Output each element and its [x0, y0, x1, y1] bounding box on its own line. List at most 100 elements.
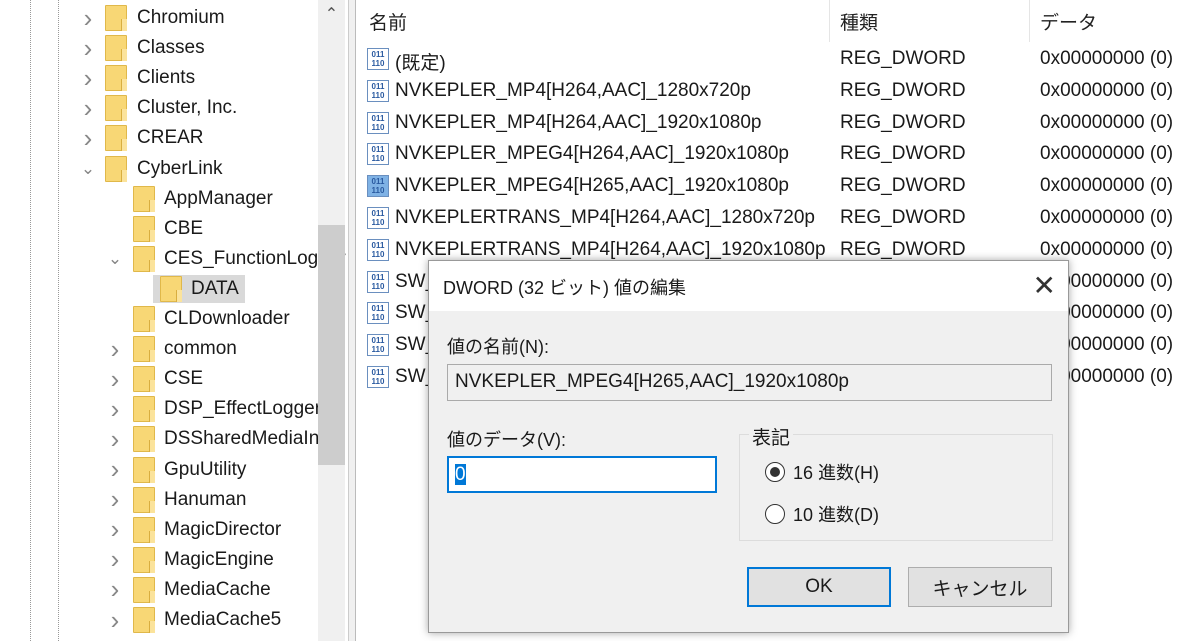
close-icon[interactable]: ✕: [1033, 269, 1056, 302]
reg-dword-icon: 011 110: [367, 270, 389, 293]
tree-item-label: Hanuman: [164, 488, 247, 510]
folder-icon: [105, 125, 127, 152]
tree-item-label: MediaCache5: [164, 609, 282, 630]
value-type: REG_DWORD: [840, 48, 966, 69]
value-name: NVKEPLER_MPEG4[H265,AAC]_1920x1080p: [395, 175, 789, 197]
tree-item[interactable]: › GpuUtility: [0, 454, 348, 485]
chevron-right-icon[interactable]: ›: [105, 605, 125, 636]
folder-icon: [133, 306, 155, 332]
tree-item-label: Chromium: [137, 7, 225, 28]
value-name: NVKEPLERTRANS_MP4[H264,AAC]_1920x1080p: [395, 238, 826, 260]
chevron-right-icon[interactable]: ›: [78, 63, 98, 94]
reg-dword-icon: 011 110: [367, 111, 389, 134]
value-data-input[interactable]: 0: [447, 456, 717, 493]
value-name-field[interactable]: NVKEPLER_MPEG4[H265,AAC]_1920x1080p: [447, 364, 1052, 401]
tree-item-label: GpuUtility: [164, 458, 247, 480]
chevron-right-icon[interactable]: ›: [105, 424, 125, 455]
tree-item-label: CREAR: [137, 127, 204, 149]
reg-dword-icon: 011 110: [367, 143, 389, 166]
tree-item[interactable]: › Clients: [0, 63, 348, 93]
edit-dword-dialog: DWORD (32 ビット) 値の編集 ✕ 値の名前(N): NVKEPLER_…: [428, 260, 1069, 633]
tree-item[interactable]: › common: [0, 334, 348, 364]
column-header-name[interactable]: 名前: [369, 0, 407, 42]
chevron-right-icon[interactable]: ›: [105, 334, 125, 365]
chevron-right-icon[interactable]: ›: [78, 3, 98, 34]
list-row[interactable]: 011 110 NVKEPLERTRANS_MP4[H264,AAC]_1280x7…: [357, 203, 1200, 234]
tree-item[interactable]: › Hanuman: [0, 484, 348, 515]
value-name: NVKEPLER_MP4[H264,AAC]_1280x720p: [395, 79, 751, 101]
list-row[interactable]: 011 110 NVKEPLER_MPEG4[H265,AAC]_1920x1080…: [357, 171, 1200, 202]
column-divider[interactable]: [1029, 0, 1030, 42]
chevron-right-icon[interactable]: ›: [105, 454, 125, 485]
chevron-right-icon[interactable]: ›: [78, 93, 98, 124]
tree-item[interactable]: › Cluster, Inc.: [0, 93, 348, 123]
base-group-label: 表記: [749, 423, 794, 450]
column-header-type[interactable]: 種類: [840, 0, 878, 42]
tree-item[interactable]: › DSSharedMediaInfo: [0, 424, 348, 454]
tree-item[interactable]: › MediaCache: [0, 574, 348, 605]
reg-dword-icon: 011 110: [367, 366, 389, 388]
value-name: NVKEPLER_MPEG4[H264,AAC]_1920x1080p: [395, 143, 789, 165]
value-name: NVKEPLER_MP4[H264,AAC]_1920x1080p: [395, 111, 762, 133]
cancel-button[interactable]: キャンセル: [908, 567, 1052, 607]
value-data: 0x00000000 (0): [1040, 143, 1174, 165]
radio-selected-icon[interactable]: [765, 462, 785, 482]
reg-dword-icon: 011 110: [367, 334, 389, 357]
tree-item[interactable]: › MagicDirector: [0, 514, 348, 545]
tree-item[interactable]: › DSP_EffectLogger: [0, 394, 348, 424]
tree-item[interactable]: ⌄ CyberLink: [0, 154, 348, 184]
tree-item[interactable]: › CSE: [0, 364, 348, 394]
tree-item[interactable]: CBE: [0, 214, 348, 244]
reg-dword-icon: 011 110: [367, 48, 389, 70]
radio-hex-label: 16 進数(H): [793, 463, 880, 483]
tree-item[interactable]: › Chromium: [0, 3, 348, 33]
list-row[interactable]: 011 110 NVKEPLER_MP4[H264,AAC]_1280x720p RE…: [357, 76, 1200, 107]
value-type: REG_DWORD: [840, 79, 966, 101]
list-row[interactable]: 011 110 NVKEPLER_MP4[H264,AAC]_1920x1080p R…: [357, 108, 1200, 139]
radio-unselected-icon[interactable]: [765, 504, 785, 524]
chevron-down-icon[interactable]: ⌄: [78, 159, 98, 179]
chevron-right-icon[interactable]: ›: [105, 484, 125, 515]
chevron-right-icon[interactable]: ›: [105, 544, 125, 575]
value-data: 0x00000000 (0): [1040, 48, 1174, 69]
radio-decimal[interactable]: 10 進数(D): [765, 501, 879, 527]
tree-item[interactable]: ⌄ CES_FunctionLogger: [0, 244, 348, 274]
list-row[interactable]: 011 110 NVKEPLER_MPEG4[H264,AAC]_1920x1080…: [357, 139, 1200, 170]
value-data: 0x00000000 (0): [1040, 175, 1174, 197]
radio-decimal-label: 10 進数(D): [793, 505, 880, 525]
list-row[interactable]: 011 110 (既定) REG_DWORD 0x00000000 (0): [357, 44, 1200, 75]
folder-icon: [105, 155, 127, 182]
tree-item[interactable]: › Classes: [0, 33, 348, 63]
chevron-down-icon[interactable]: ⌄: [105, 249, 125, 269]
chevron-right-icon[interactable]: ›: [105, 364, 125, 395]
reg-dword-icon: 011 110: [367, 207, 389, 229]
value-type: REG_DWORD: [840, 238, 966, 260]
tree-item-label: DSP_EffectLogger: [164, 398, 322, 420]
value-name: (既定): [395, 53, 446, 74]
tree-scrollbar-thumb[interactable]: [318, 225, 345, 465]
ok-button[interactable]: OK: [747, 567, 891, 607]
folder-icon: [105, 95, 127, 122]
chevron-right-icon[interactable]: ›: [78, 33, 98, 64]
column-divider[interactable]: [829, 0, 830, 42]
tree-item[interactable]: › MediaCache5: [0, 605, 348, 635]
tree-item[interactable]: CLDownloader: [0, 304, 348, 334]
pane-splitter[interactable]: [348, 0, 356, 641]
chevron-right-icon[interactable]: ›: [105, 394, 125, 425]
radio-hex[interactable]: 16 進数(H): [765, 459, 879, 485]
tree-item[interactable]: › MagicEngine: [0, 544, 348, 575]
value-name-label: 値の名前(N):: [447, 337, 549, 357]
chevron-right-icon[interactable]: ›: [78, 123, 98, 154]
scroll-up-icon[interactable]: ⌃: [318, 4, 345, 24]
tree-item[interactable]: › CREAR: [0, 123, 348, 153]
value-type: REG_DWORD: [840, 175, 966, 197]
chevron-right-icon[interactable]: ›: [105, 574, 125, 605]
tree-item[interactable]: AppManager: [0, 184, 348, 214]
tree-item-label: CyberLink: [137, 157, 223, 179]
folder-icon: [133, 486, 155, 513]
registry-tree[interactable]: › Chromium › Classes › Clients › Cluster, Inc. ›…: [0, 0, 348, 641]
column-header-data[interactable]: データ: [1040, 0, 1097, 42]
chevron-right-icon[interactable]: ›: [105, 514, 125, 545]
tree-item-label: DATA: [191, 277, 239, 299]
tree-item[interactable]: DATA: [0, 274, 348, 304]
